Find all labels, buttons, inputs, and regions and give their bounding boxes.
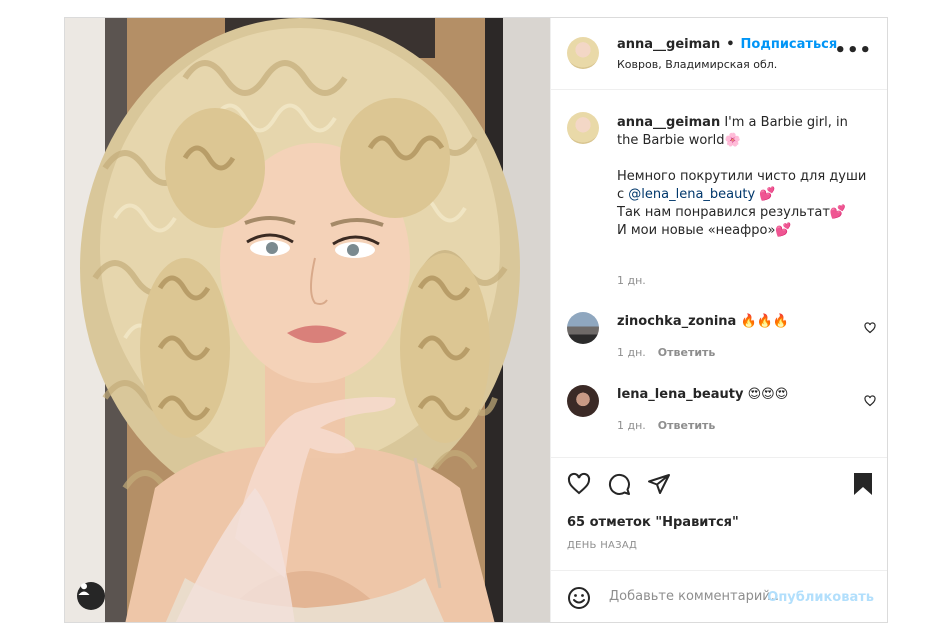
likes-count[interactable]: 65 отметок "Нравится": [567, 515, 739, 530]
comment-input[interactable]: [607, 588, 781, 605]
action-bar: [551, 457, 887, 514]
post-photo[interactable]: [65, 18, 550, 622]
heart-icon[interactable]: [567, 472, 591, 496]
post-side-panel: anna__geiman • Подписаться Ковров, Владими…: [550, 18, 887, 622]
reply-button[interactable]: Ответить: [658, 346, 716, 359]
comment-username[interactable]: zinochka_zonina: [617, 314, 736, 329]
comment-text: 😍😍😍: [747, 387, 789, 402]
caption-time: 1 дн.: [617, 274, 646, 287]
person-glyph: [78, 583, 90, 595]
comment-like-icon[interactable]: [864, 322, 876, 334]
follow-button[interactable]: Подписаться: [741, 37, 838, 52]
comment-time: 1 дн.: [617, 346, 646, 359]
publish-button[interactable]: Опубликовать: [767, 590, 874, 605]
user-tag-icon[interactable]: [77, 582, 105, 610]
comment-avatar[interactable]: [567, 312, 599, 344]
caption-mention[interactable]: @lena_lena_beauty: [628, 187, 755, 202]
comment-like-icon[interactable]: [864, 395, 876, 407]
comment-username[interactable]: lena_lena_beauty: [617, 387, 743, 402]
add-comment-bar: Опубликовать: [551, 570, 887, 622]
photo-illustration: [65, 18, 550, 622]
author-line: anna__geiman • Подписаться: [617, 37, 837, 52]
comment-text: 🔥🔥🔥: [740, 314, 790, 329]
comment-meta: 1 дн. Ответить: [617, 346, 715, 359]
caption-avatar[interactable]: [567, 112, 599, 144]
bookmark-icon[interactable]: [852, 472, 874, 496]
comments-section: anna__geiman I'm a Barbie girl, in the B…: [551, 90, 887, 457]
comment-row: lena_lena_beauty 😍😍😍: [617, 387, 788, 402]
comment-time: 1 дн.: [617, 419, 646, 432]
author-avatar[interactable]: [567, 37, 599, 69]
comment-row: zinochka_zonina 🔥🔥🔥: [617, 314, 789, 329]
post-header: anna__geiman • Подписаться Ковров, Владими…: [551, 18, 887, 90]
comment-avatar[interactable]: [567, 385, 599, 417]
more-options-icon[interactable]: •••: [834, 40, 872, 61]
paper-plane-icon[interactable]: [647, 472, 671, 496]
caption-username[interactable]: anna__geiman: [617, 115, 720, 130]
separator-dot: •: [726, 37, 735, 52]
reply-button[interactable]: Ответить: [658, 419, 716, 432]
author-username[interactable]: anna__geiman: [617, 37, 720, 52]
post-date: ДЕНЬ НАЗАД: [567, 540, 638, 551]
instagram-post: anna__geiman • Подписаться Ковров, Владими…: [64, 17, 888, 623]
comment-icon[interactable]: [607, 472, 631, 496]
post-location[interactable]: Ковров, Владимирская обл.: [617, 58, 777, 71]
comment-meta: 1 дн. Ответить: [617, 419, 715, 432]
post-caption: anna__geiman I'm a Barbie girl, in the B…: [617, 114, 867, 240]
emoji-icon[interactable]: [567, 586, 591, 610]
